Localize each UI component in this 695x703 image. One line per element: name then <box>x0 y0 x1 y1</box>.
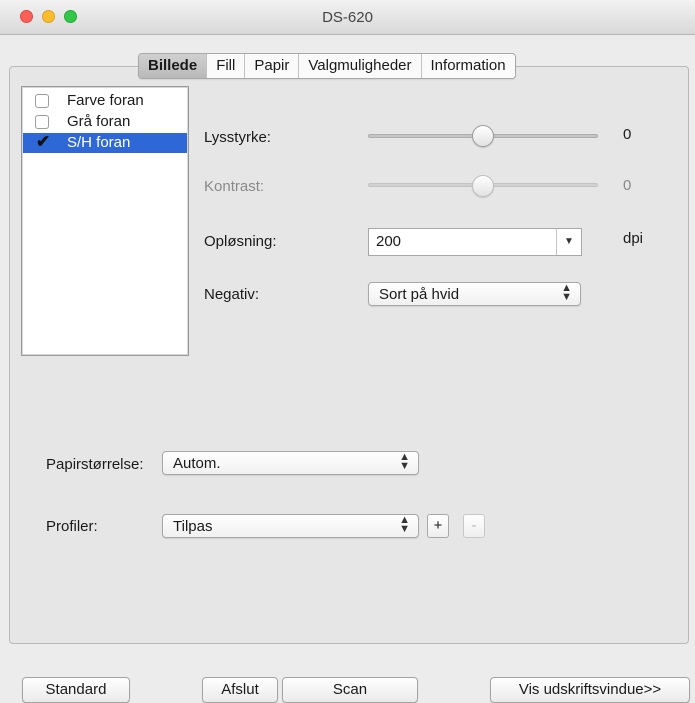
preview-button[interactable]: Vis udskriftsvindue>> <box>490 677 690 703</box>
tab-valgmuligheder[interactable]: Valgmuligheder <box>298 54 421 78</box>
resolution-unit: dpi <box>623 230 644 247</box>
tab-bar: Billede Fill Papir Valgmuligheder Inform… <box>138 53 516 79</box>
list-item-farve-foran[interactable]: Farve foran <box>23 91 187 111</box>
negative-value: Sort på hvid <box>379 286 460 303</box>
title-bar: DS-620 <box>0 0 695 35</box>
profiles-popup[interactable]: Tilpas ▲ ▼ <box>162 514 419 538</box>
brightness-value: 0 <box>623 126 632 143</box>
contrast-slider-thumb <box>472 175 494 197</box>
profiles-label: Profiler: <box>46 518 98 535</box>
tab-fill[interactable]: Fill <box>206 54 245 78</box>
resolution-combo[interactable]: 200 ▼ <box>368 228 582 256</box>
tab-papir[interactable]: Papir <box>244 54 299 78</box>
updown-arrows-icon: ▲ ▼ <box>399 514 410 535</box>
exit-button[interactable]: Afslut <box>202 677 278 703</box>
chevron-down-icon[interactable]: ▼ <box>556 229 581 255</box>
scan-button[interactable]: Scan <box>282 677 418 703</box>
image-type-list[interactable]: Farve foran Grå foran ✔ S/H foran <box>21 86 189 356</box>
brightness-label: Lysstyrke: <box>204 129 271 146</box>
negative-popup[interactable]: Sort på hvid ▲ ▼ <box>368 282 581 306</box>
check-icon[interactable]: ✔ <box>36 133 50 150</box>
brightness-slider-thumb[interactable] <box>472 125 494 147</box>
list-item-sh-foran[interactable]: ✔ S/H foran <box>23 133 187 153</box>
add-profile-button[interactable]: + <box>427 514 449 538</box>
resolution-value[interactable]: 200 <box>376 233 401 250</box>
paper-size-value: Autom. <box>173 455 221 472</box>
checkbox-gra-foran[interactable] <box>35 115 49 129</box>
negative-label: Negativ: <box>204 286 260 303</box>
contrast-value: 0 <box>623 177 632 194</box>
remove-profile-button[interactable]: - <box>463 514 485 538</box>
updown-arrows-icon: ▲ ▼ <box>561 282 572 303</box>
resolution-label: Opløsning: <box>204 233 277 250</box>
list-item-gra-foran[interactable]: Grå foran <box>23 112 187 132</box>
standard-button[interactable]: Standard <box>22 677 130 703</box>
profiles-value: Tilpas <box>173 518 213 535</box>
window-title: DS-620 <box>322 9 373 26</box>
checkbox-farve-foran[interactable] <box>35 94 49 108</box>
paper-size-label: Papirstørrelse: <box>46 456 144 473</box>
tab-information[interactable]: Information <box>420 54 515 78</box>
contrast-label: Kontrast: <box>204 178 265 195</box>
updown-arrows-icon: ▲ ▼ <box>399 451 410 472</box>
paper-size-popup[interactable]: Autom. ▲ ▼ <box>162 451 419 475</box>
tab-billede[interactable]: Billede <box>139 54 207 78</box>
